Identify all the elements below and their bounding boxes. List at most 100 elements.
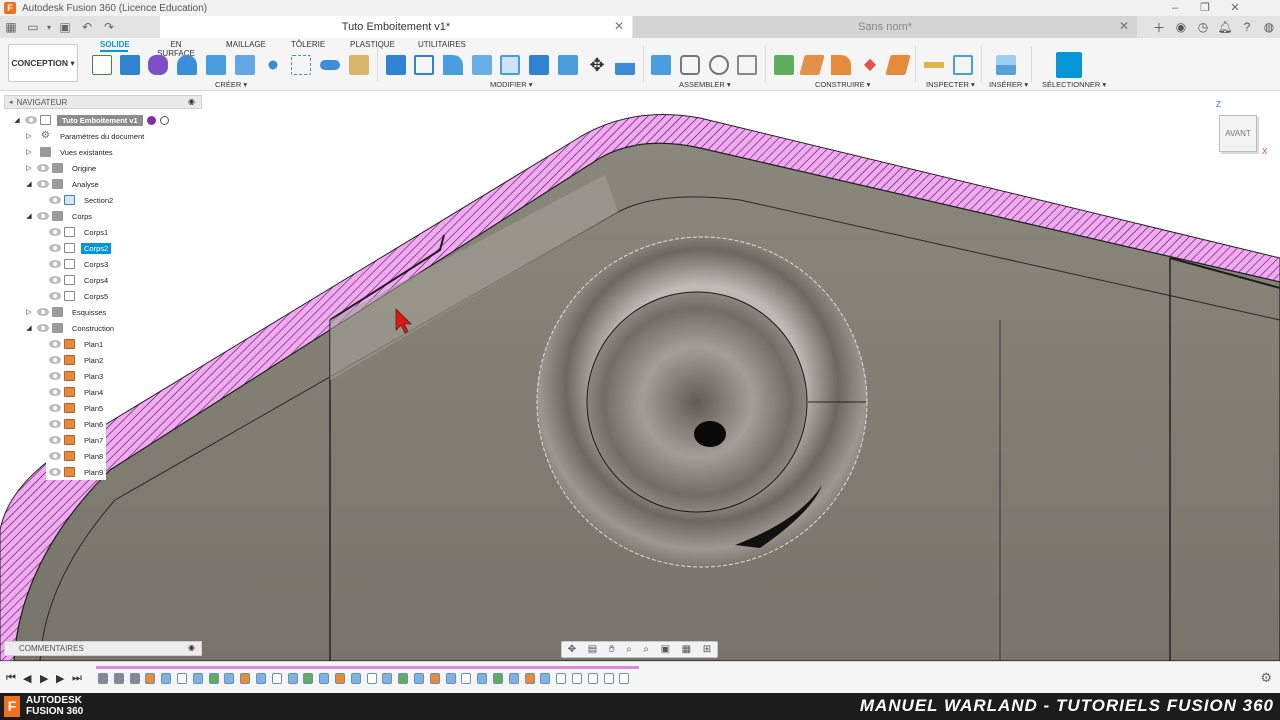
- timeline-feature-icon[interactable]: [350, 673, 361, 684]
- group-construire[interactable]: CONSTRUIRE ▾: [815, 80, 870, 89]
- help-icon[interactable]: ?: [1236, 20, 1258, 34]
- timeline-feature-icon[interactable]: [556, 673, 567, 684]
- timeline-feature-icon[interactable]: [366, 673, 377, 684]
- visibility-eye-icon[interactable]: [49, 356, 61, 364]
- look-at-icon[interactable]: ▤: [588, 644, 597, 655]
- shell-icon[interactable]: [472, 55, 492, 75]
- visibility-eye-icon[interactable]: [49, 452, 61, 460]
- group-modifier[interactable]: MODIFIER ▾: [490, 80, 533, 89]
- tree-item-plan3[interactable]: Plan3: [46, 368, 107, 384]
- canvas-viewport[interactable]: [0, 91, 1280, 661]
- visibility-eye-icon[interactable]: [37, 180, 49, 188]
- measure-icon[interactable]: [924, 55, 944, 75]
- visibility-eye-icon[interactable]: [49, 372, 61, 380]
- timeline-feature-icon[interactable]: [271, 673, 282, 684]
- close-window-icon[interactable]: ✕: [1220, 0, 1250, 16]
- workspace-switcher-button[interactable]: CONCEPTION ▾: [8, 44, 78, 82]
- box-icon[interactable]: [291, 55, 311, 75]
- timeline-feature-icon[interactable]: [256, 673, 266, 684]
- tab-en-surface[interactable]: EN SURFACE: [153, 40, 199, 58]
- tree-item-analysis[interactable]: ◢ Analyse: [24, 176, 102, 192]
- tree-item-bodies[interactable]: ◢ Corps: [24, 208, 95, 224]
- tree-item-plan8[interactable]: Plan8: [46, 448, 107, 464]
- chamfer-icon[interactable]: [443, 55, 463, 75]
- rigid-group-icon[interactable]: [737, 55, 757, 75]
- group-assembler[interactable]: ASSEMBLER ▾: [679, 80, 731, 89]
- tab-tuto-emboitement[interactable]: Tuto Emboitement v1* ✕: [160, 16, 632, 38]
- save-icon[interactable]: ▣: [54, 16, 76, 38]
- visibility-eye-icon[interactable]: [49, 420, 61, 428]
- visibility-eye-icon[interactable]: [49, 244, 61, 252]
- visibility-eye-icon[interactable]: [25, 116, 37, 124]
- comments-pin-icon[interactable]: ◉: [188, 643, 195, 652]
- section-analysis-icon[interactable]: [953, 55, 973, 75]
- zoom-icon[interactable]: ⌕: [626, 644, 632, 655]
- tree-item-params[interactable]: ▷ ⚙ Paramètres du document: [24, 128, 147, 144]
- timeline-feature-icon[interactable]: [477, 673, 488, 684]
- timeline-feature-icon[interactable]: [508, 673, 519, 684]
- close-tab-icon[interactable]: ✕: [1119, 19, 1129, 33]
- timeline-settings-icon[interactable]: ⚙: [1260, 670, 1272, 686]
- timeline-feature-icon[interactable]: [240, 673, 251, 684]
- tangent-plane-icon[interactable]: [831, 55, 851, 75]
- activate-component-icon[interactable]: [146, 115, 156, 125]
- pattern-icon[interactable]: [263, 55, 283, 75]
- visibility-eye-icon[interactable]: [49, 340, 61, 348]
- tree-item-corps4[interactable]: Corps4: [46, 272, 111, 288]
- midplane-icon[interactable]: [885, 55, 911, 75]
- tree-item-plan9[interactable]: Plan9: [46, 464, 107, 480]
- timeline-feature-icon[interactable]: [335, 673, 345, 684]
- visibility-eye-icon[interactable]: [37, 308, 49, 316]
- motion-link-icon[interactable]: [709, 55, 729, 75]
- pipe-icon[interactable]: [320, 60, 340, 70]
- press-pull-icon[interactable]: [386, 55, 406, 75]
- timeline-feature-icon[interactable]: [287, 673, 298, 684]
- visibility-eye-icon[interactable]: [49, 260, 61, 268]
- visibility-eye-icon[interactable]: [49, 228, 61, 236]
- timeline-start-icon[interactable]: ⏮: [6, 672, 16, 685]
- tree-item-plan7[interactable]: Plan7: [46, 432, 107, 448]
- tab-sans-nom[interactable]: Sans nom* ✕: [633, 16, 1137, 38]
- tree-item-corps5[interactable]: Corps5: [46, 288, 111, 304]
- revolve-icon[interactable]: [177, 55, 197, 75]
- file-icon[interactable]: ▭: [22, 16, 44, 38]
- visibility-eye-icon[interactable]: [49, 388, 61, 396]
- select-icon[interactable]: [1056, 52, 1082, 78]
- timeline-feature-icon[interactable]: [98, 673, 108, 684]
- close-tab-icon[interactable]: ✕: [614, 19, 624, 33]
- expand-icon[interactable]: ◢: [24, 324, 34, 332]
- visibility-eye-icon[interactable]: [37, 324, 49, 332]
- point-icon[interactable]: ◆: [860, 55, 880, 75]
- pan-icon[interactable]: ✋︎: [609, 644, 615, 655]
- timeline-feature-icon[interactable]: [319, 673, 330, 684]
- navigator-header[interactable]: ◂ NAVIGATEUR ◉: [4, 95, 202, 109]
- tab-plastique[interactable]: PLASTIQUE: [350, 40, 395, 52]
- timeline-feature-icon[interactable]: [398, 673, 409, 684]
- tree-item-section2[interactable]: Section2: [46, 192, 116, 208]
- fit-icon[interactable]: ⌕: [643, 644, 649, 655]
- tree-root[interactable]: ◢ Tuto Emboitement v1: [12, 112, 169, 128]
- timeline-feature-icon[interactable]: [382, 673, 393, 684]
- timeline-feature-icon[interactable]: [177, 673, 187, 684]
- group-creer[interactable]: CRÉER ▾: [215, 80, 247, 89]
- tree-item-plan2[interactable]: Plan2: [46, 352, 107, 368]
- orbit-icon[interactable]: ✥: [568, 644, 576, 655]
- insert-mesh-icon[interactable]: [349, 55, 369, 75]
- expand-icon[interactable]: ◢: [24, 180, 34, 188]
- timeline-feature-icon[interactable]: [192, 673, 203, 684]
- timeline-feature-icon[interactable]: [303, 673, 314, 684]
- plane-at-angle-icon[interactable]: [799, 55, 825, 75]
- tab-tolerie[interactable]: TÔLERIE: [291, 40, 325, 52]
- tab-maillage[interactable]: MAILLAGE: [226, 40, 266, 52]
- tree-item-origin[interactable]: ▷ Origine: [24, 160, 99, 176]
- new-tab-icon[interactable]: ＋: [1148, 19, 1170, 36]
- expand-icon[interactable]: ▷: [24, 308, 34, 316]
- expand-icon[interactable]: ◢: [12, 116, 22, 124]
- grid-settings-icon[interactable]: ▦: [682, 644, 691, 655]
- timeline-feature-icon[interactable]: [493, 673, 503, 684]
- create-sketch-icon[interactable]: [92, 55, 112, 75]
- timeline-feature-icon[interactable]: [429, 673, 440, 684]
- timeline-feature-icon[interactable]: [461, 673, 472, 684]
- form-icon[interactable]: [148, 55, 168, 75]
- viewports-icon[interactable]: ⊞: [703, 644, 711, 655]
